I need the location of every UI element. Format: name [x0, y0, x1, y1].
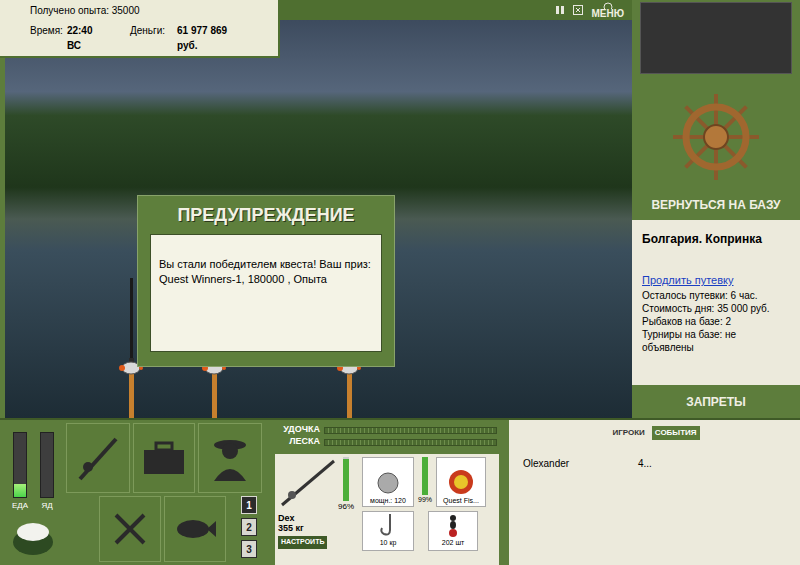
pause-icon[interactable]	[555, 5, 565, 15]
rod-slot[interactable]: 96%Dex355 кгНАСТРОИТЬ	[278, 457, 358, 562]
tension-bar: ЛЕСКА	[275, 436, 505, 448]
events-tab[interactable]: ИГРОКИ	[609, 426, 647, 440]
menu-button[interactable]: МЕНЮ	[591, 1, 624, 19]
pot-icon[interactable]	[8, 516, 58, 556]
action-buttons: 1 2 3	[66, 420, 275, 565]
money: 61 977 869 руб.	[177, 23, 248, 53]
events-tab[interactable]: СОБЫТИЯ	[652, 426, 700, 440]
hook-icon	[378, 512, 398, 538]
slot-button[interactable]: 1	[241, 496, 257, 514]
rod-icon	[278, 457, 338, 507]
base-info: Болгария. Копринка Продлить путевкуОстало…	[632, 220, 800, 385]
game-screen: МЕНЮ Получено опыта: 35000Время:22:40 ВСД…	[0, 0, 800, 565]
rods-button[interactable]	[66, 423, 130, 493]
gauge: ЯД	[40, 432, 54, 512]
bans-button[interactable]: ЗАПРЕТЫ	[632, 385, 800, 418]
top-area: МЕНЮ Получено опыта: 35000Время:22:40 ВСД…	[0, 0, 800, 418]
fisherman-button[interactable]	[198, 423, 262, 493]
extend-link[interactable]: Продлить путевку	[642, 272, 790, 289]
events-panel: ИГРОКИ СОБЫТИЯ Olexander4...	[505, 420, 800, 565]
sound-icon[interactable]	[573, 5, 583, 15]
warning-dialog: ПРЕДУПРЕЖДЕНИЕВы стали победителем квест…	[137, 195, 395, 367]
reel-slot[interactable]: мощн.: 120	[362, 457, 414, 507]
bait-slot[interactable]: 202 шт	[428, 511, 478, 551]
reel-icon	[373, 470, 403, 496]
base-detail: Рыбаков на базе: 2	[642, 315, 790, 328]
events-list: Olexander4...	[509, 444, 800, 565]
tension-bar: УДОЧКА	[275, 424, 505, 436]
events-tabs: ИГРОКИ СОБЫТИЯ	[509, 420, 800, 444]
location: Болгария. Копринка	[642, 230, 790, 248]
bottom-panel: ЕДА ЯД 1 2 3 УДОЧКАЛЕСКА 96%Dex355 кгНАСТРОИТЬ…	[0, 418, 800, 565]
time: 22:40 ВС	[67, 23, 108, 53]
catch-button[interactable]	[164, 496, 226, 562]
fisherman-icon	[210, 433, 250, 483]
return-to-base[interactable]: ВЕРНУТЬСЯ НА БАЗУ	[632, 74, 800, 220]
tackle-box-icon	[142, 440, 186, 476]
slot-button[interactable]: 3	[241, 540, 257, 558]
action-panel: ЕДА ЯД 1 2 3	[0, 420, 275, 565]
ship-wheel-icon	[602, 1, 614, 9]
scene: МЕНЮ Получено опыта: 35000Время:22:40 ВСД…	[0, 0, 632, 418]
food-button[interactable]	[99, 496, 161, 562]
dialog-message: Вы стали победителем квеста! Ваш приз: Q…	[150, 234, 382, 352]
tackle-slots: 96%Dex355 кгНАСТРОИТЬмощн.: 12099%Quest …	[275, 454, 499, 565]
line-spool-icon	[447, 468, 475, 496]
slot-button[interactable]: 2	[241, 518, 257, 536]
chat-box	[640, 2, 792, 74]
experience: Получено опыта: 35000	[30, 3, 248, 18]
fishing-rod-icon	[76, 433, 120, 483]
base-detail: Стоимость дня: 35 000 руб.	[642, 302, 790, 315]
tackle-box-button[interactable]	[133, 423, 195, 493]
stats-box: Получено опыта: 35000Время:22:40 ВСДеньг…	[0, 0, 280, 58]
base-detail: Осталось путевки: 6 час.	[642, 289, 790, 302]
line-slot[interactable]: Quest Fis...	[436, 457, 486, 507]
base-detail: Турниры на базе: не объявлены	[642, 328, 790, 354]
slots: 1 2 3	[241, 496, 257, 558]
hook-slot[interactable]: 10 кр	[362, 511, 414, 551]
ant-icon	[441, 512, 465, 538]
tackle-panel: УДОЧКАЛЕСКА 96%Dex355 кгНАСТРОИТЬмощн.: 1…	[275, 420, 505, 565]
tune-button[interactable]: НАСТРОИТЬ	[278, 536, 327, 549]
dialog-title: ПРЕДУПРЕЖДЕНИЕ	[150, 196, 382, 234]
gauge: ЕДА	[12, 432, 28, 512]
fish-icon	[173, 509, 217, 549]
base-panel: ВЕРНУТЬСЯ НА БАЗУ Болгария. Копринка Продл…	[632, 0, 800, 418]
knife-fork-icon	[110, 509, 150, 549]
events-row: Olexander4...	[523, 456, 786, 471]
gauges: ЕДА ЯД	[0, 420, 66, 565]
ship-wheel-icon	[671, 92, 761, 182]
